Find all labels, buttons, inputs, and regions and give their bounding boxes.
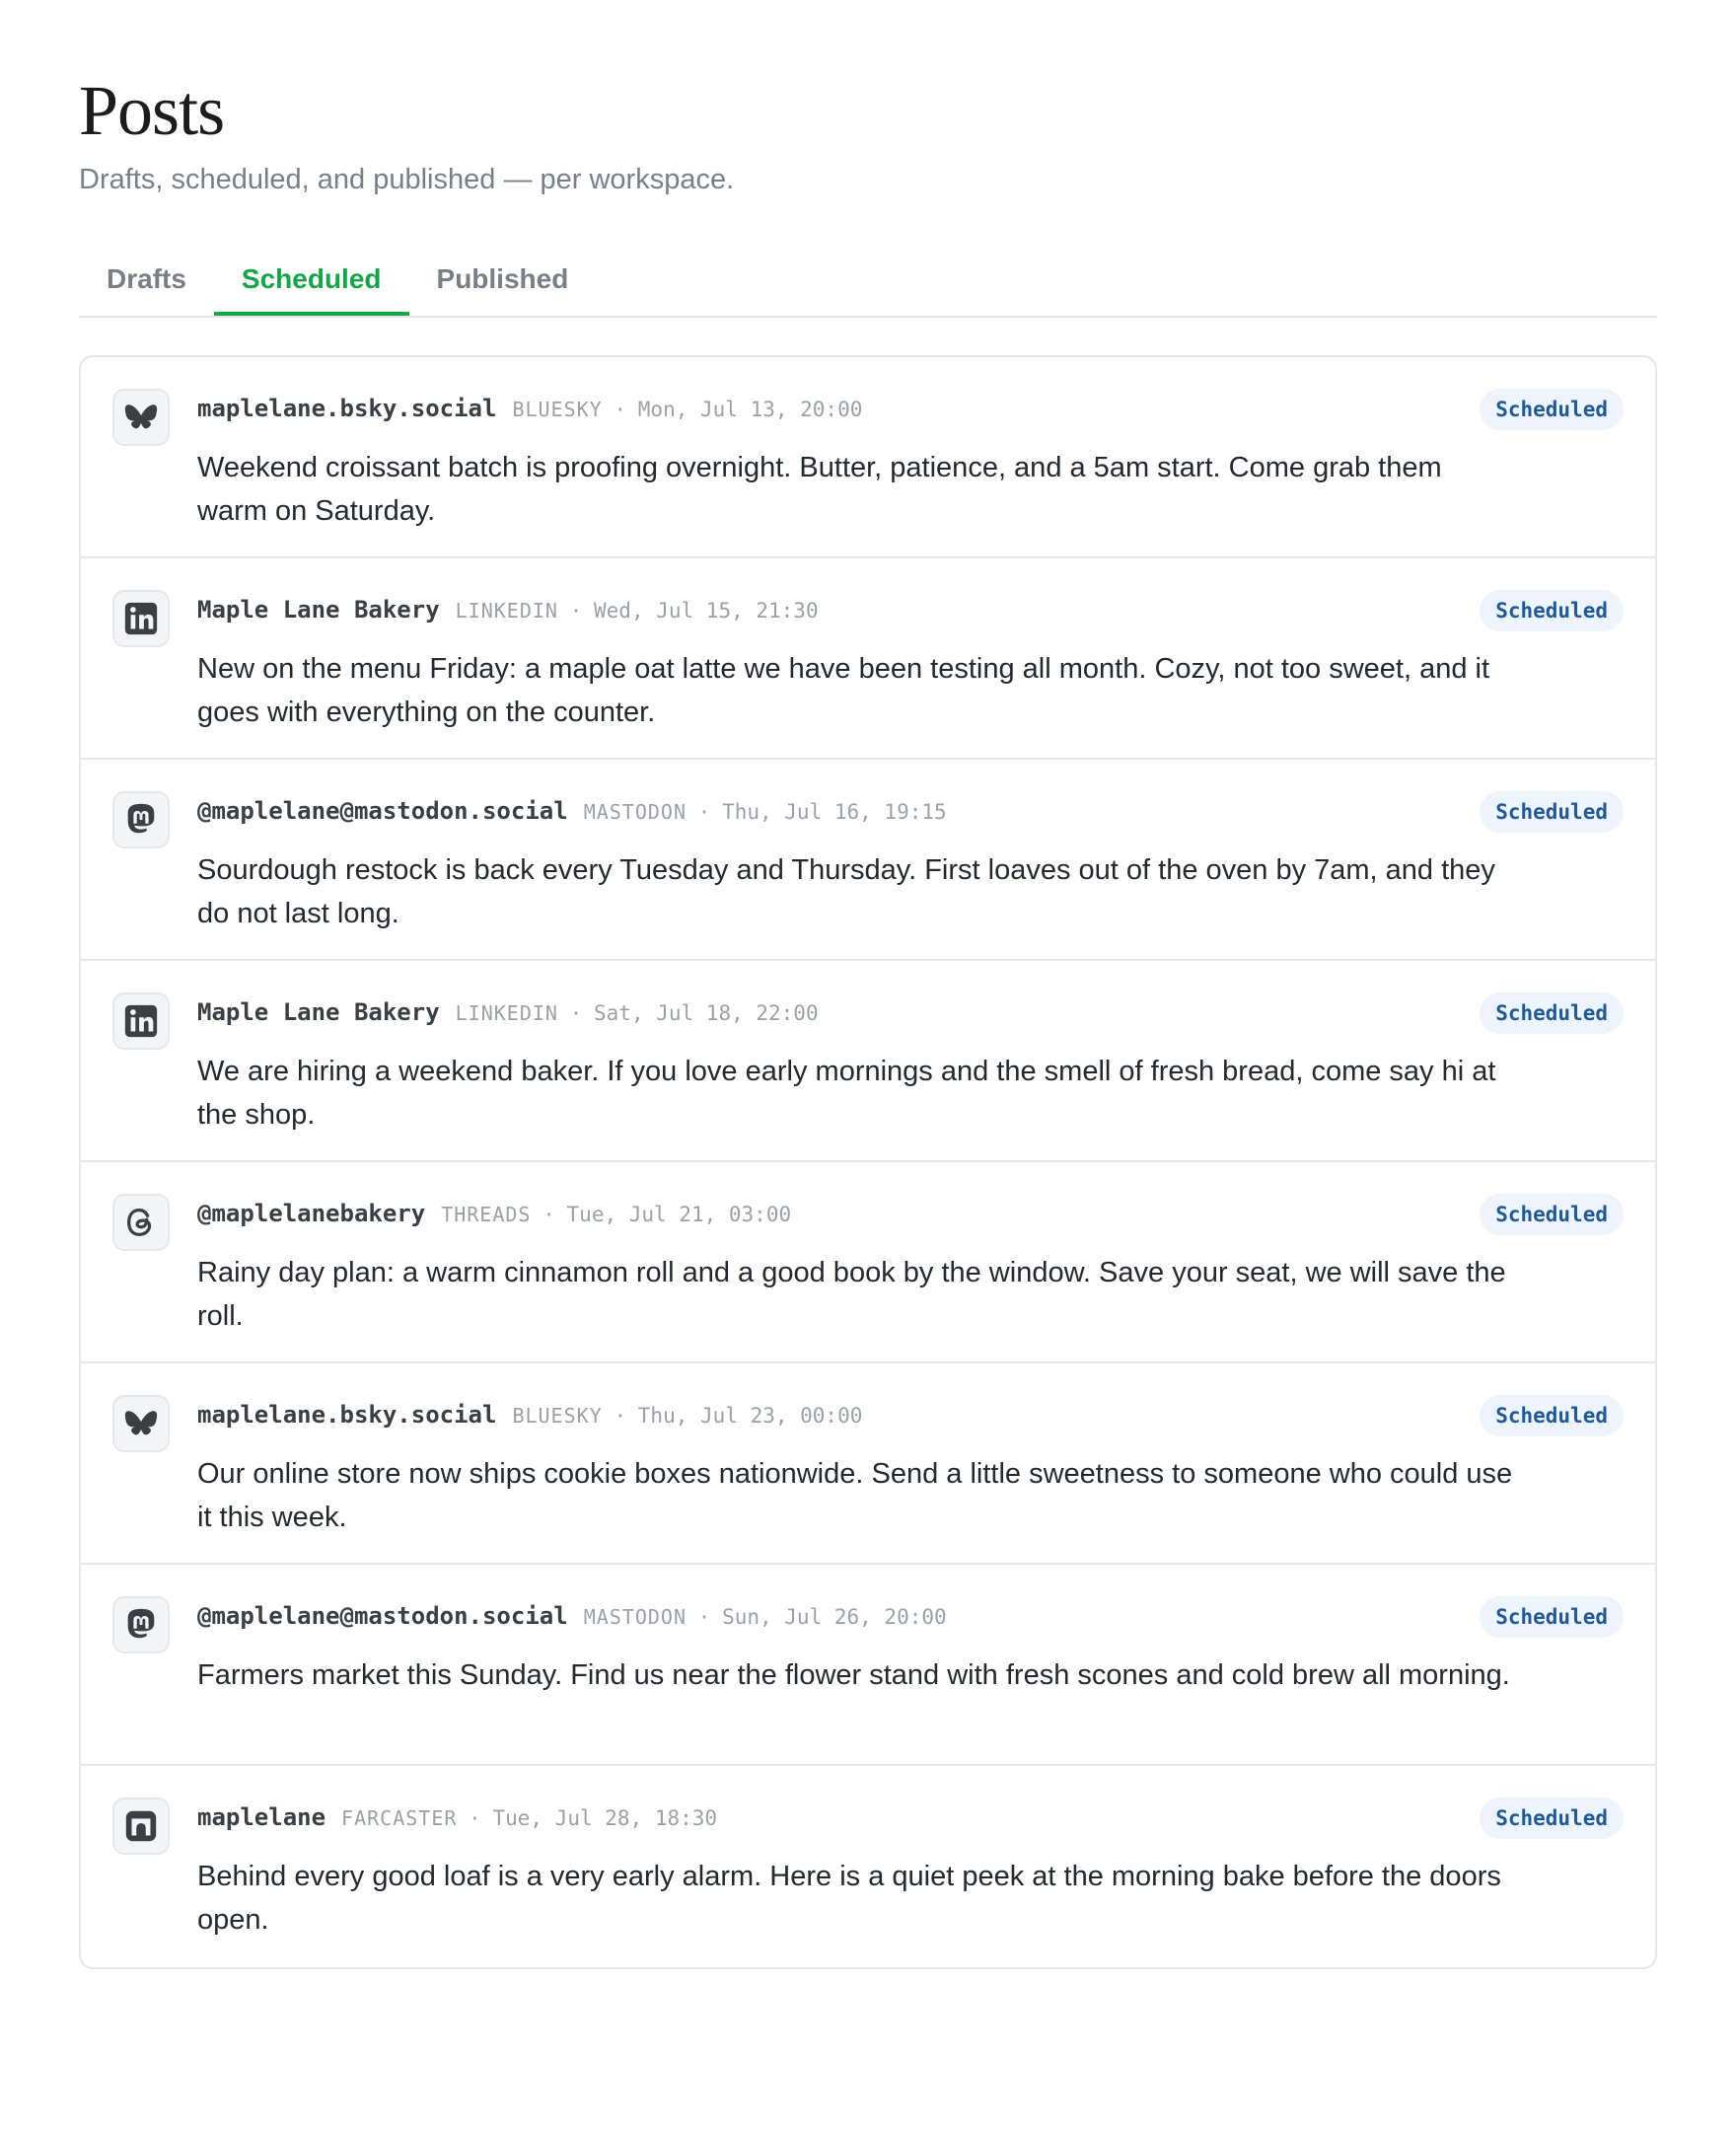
post-handle: @maplelane@mastodon.social (197, 797, 568, 825)
meta-separator: · (698, 800, 711, 824)
meta-separator: · (614, 398, 626, 421)
post-handle: @maplelane@mastodon.social (197, 1602, 568, 1630)
meta-separator: · (569, 1001, 583, 1025)
post-meta: @maplelane@mastodon.social MASTODON · Thu, … (197, 797, 947, 825)
post-platform: MASTODON (583, 1605, 687, 1629)
post-text: New on the menu Friday: a maple oat latt… (197, 653, 1490, 728)
status-badge: Scheduled (1480, 791, 1624, 833)
post-list: maplelane.bsky.social BLUESKY · Mon, Jul 13… (79, 355, 1657, 1969)
post-text: Rainy day plan: a warm cinnamon roll and… (197, 1257, 1506, 1332)
post-text: Behind every good loaf is a very early a… (197, 1861, 1501, 1936)
status-badge: Scheduled (1480, 1596, 1624, 1638)
status-badge: Scheduled (1480, 1395, 1624, 1436)
post-handle: Maple Lane Bakery (197, 596, 440, 624)
post-platform: THREADS (441, 1203, 532, 1226)
post-text: We are hiring a weekend baker. If you lo… (197, 1056, 1496, 1131)
post-scheduled-time: Wed, Jul 15, 21:30 (594, 599, 819, 623)
post-meta: maplelane FARCASTER · Tue, Jul 28, 18:30 (197, 1803, 717, 1831)
post-row[interactable]: maplelane.bsky.social BLUESKY · Mon, Jul 13… (81, 357, 1655, 558)
meta-separator: · (542, 1203, 555, 1226)
status-badge: Scheduled (1480, 590, 1624, 631)
status-badge: Scheduled (1480, 389, 1624, 430)
threads-icon (112, 1194, 170, 1251)
tab-drafts[interactable]: Drafts (79, 249, 214, 316)
post-scheduled-time: Mon, Jul 13, 20:00 (637, 398, 863, 421)
post-meta: maplelane.bsky.social BLUESKY · Thu, Jul 23… (197, 1401, 862, 1429)
meta-separator: · (614, 1404, 626, 1428)
post-handle: maplelane.bsky.social (197, 395, 497, 422)
status-badge: Scheduled (1480, 992, 1624, 1034)
farcaster-icon (112, 1798, 170, 1855)
post-platform: BLUESKY (512, 398, 603, 421)
post-meta: Maple Lane Bakery LINKEDIN · Wed, Jul 15, 2… (197, 596, 819, 624)
status-tabs: Drafts Scheduled Published (79, 249, 1657, 318)
post-text: Our online store now ships cookie boxes … (197, 1458, 1513, 1533)
post-meta: maplelane.bsky.social BLUESKY · Mon, Jul 13… (197, 395, 862, 422)
status-badge: Scheduled (1480, 1798, 1624, 1839)
meta-separator: · (569, 599, 583, 623)
post-platform: MASTODON (583, 800, 687, 824)
post-handle: maplelane (197, 1803, 326, 1831)
post-platform: BLUESKY (512, 1404, 603, 1428)
post-text: Sourdough restock is back every Tuesday … (197, 854, 1495, 929)
post-scheduled-time: Thu, Jul 16, 19:15 (722, 800, 947, 824)
post-row[interactable]: Maple Lane Bakery LINKEDIN · Sat, Jul 18, 2… (81, 961, 1655, 1162)
post-scheduled-time: Sun, Jul 26, 20:00 (722, 1605, 947, 1629)
post-handle: @maplelanebakery (197, 1200, 426, 1227)
post-meta: @maplelanebakery THREADS · Tue, Jul 21, 03:… (197, 1200, 791, 1227)
post-text: Weekend croissant batch is proofing over… (197, 452, 1442, 527)
post-row[interactable]: maplelane FARCASTER · Tue, Jul 28, 18:30 Beh… (81, 1766, 1655, 1967)
linkedin-icon (112, 992, 170, 1050)
mastodon-icon (112, 791, 170, 848)
post-text: Farmers market this Sunday. Find us near… (197, 1659, 1510, 1691)
post-platform: LINKEDIN (455, 1001, 558, 1025)
post-row[interactable]: @maplelane@mastodon.social MASTODON · Thu, … (81, 760, 1655, 961)
post-row[interactable]: maplelane.bsky.social BLUESKY · Thu, Jul 23… (81, 1363, 1655, 1565)
linkedin-icon (112, 590, 170, 647)
post-scheduled-time: Sat, Jul 18, 22:00 (594, 1001, 819, 1025)
post-scheduled-time: Tue, Jul 28, 18:30 (492, 1806, 718, 1830)
status-badge: Scheduled (1480, 1194, 1624, 1235)
post-meta: @maplelane@mastodon.social MASTODON · Sun, … (197, 1602, 947, 1630)
post-platform: LINKEDIN (455, 599, 558, 623)
post-meta: Maple Lane Bakery LINKEDIN · Sat, Jul 18, 2… (197, 998, 819, 1026)
post-handle: maplelane.bsky.social (197, 1401, 497, 1429)
posts-page: Posts Drafts, scheduled, and published —… (0, 0, 1736, 1969)
post-row[interactable]: @maplelanebakery THREADS · Tue, Jul 21, 03:… (81, 1162, 1655, 1363)
tab-published[interactable]: Published (409, 249, 597, 316)
post-row[interactable]: @maplelane@mastodon.social MASTODON · Sun, … (81, 1565, 1655, 1766)
post-scheduled-time: Thu, Jul 23, 00:00 (637, 1404, 863, 1428)
bluesky-icon (112, 1395, 170, 1452)
post-platform: FARCASTER (341, 1806, 458, 1830)
post-scheduled-time: Tue, Jul 21, 03:00 (566, 1203, 792, 1226)
tab-scheduled[interactable]: Scheduled (213, 249, 409, 316)
mastodon-icon (112, 1596, 170, 1653)
page-subtitle: Drafts, scheduled, and published — per w… (79, 164, 735, 195)
meta-separator: · (469, 1806, 481, 1830)
bluesky-icon (112, 389, 170, 446)
post-handle: Maple Lane Bakery (197, 998, 440, 1026)
meta-separator: · (698, 1605, 711, 1629)
page-title: Posts (79, 71, 225, 150)
post-row[interactable]: Maple Lane Bakery LINKEDIN · Wed, Jul 15, 2… (81, 558, 1655, 760)
